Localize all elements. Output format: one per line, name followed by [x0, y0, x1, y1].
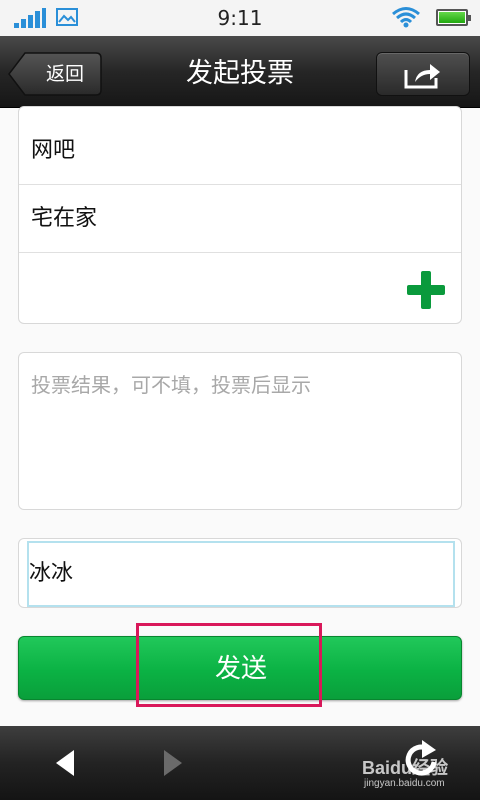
list-item[interactable]: 网吧 — [19, 117, 461, 185]
option-text: 网吧 — [31, 138, 76, 163]
bottom-toolbar: Baidu经验 jingyan.baidu.com — [0, 726, 480, 800]
add-option-row — [19, 253, 461, 323]
name-field[interactable]: 冰冰 — [18, 538, 462, 608]
battery-icon — [436, 9, 471, 26]
result-textarea[interactable]: 投票结果，可不填，投票后显示 — [18, 352, 462, 510]
result-placeholder: 投票结果，可不填，投票后显示 — [31, 373, 311, 397]
name-value: 冰冰 — [29, 561, 74, 586]
back-arrow-icon[interactable] — [54, 748, 76, 778]
status-bar: 9:11 — [0, 0, 480, 36]
highlight-box — [136, 623, 322, 707]
focus-ring — [27, 541, 455, 607]
nav-bar: 返回 发起投票 — [0, 36, 480, 108]
back-button[interactable]: 返回 — [8, 52, 102, 96]
page-title: 发起投票 — [186, 58, 294, 89]
option-text: 宅在家 — [31, 206, 98, 231]
plus-icon[interactable] — [407, 271, 445, 309]
watermark-sub: jingyan.baidu.com — [364, 778, 445, 789]
wifi-icon — [392, 7, 420, 28]
list-item[interactable]: 宅在家 — [19, 185, 461, 253]
back-label: 返回 — [45, 63, 84, 85]
watermark-main: Baidu经验 — [362, 758, 449, 778]
share-button[interactable] — [376, 52, 470, 96]
forward-arrow-icon[interactable] — [162, 748, 184, 778]
option-list: 网吧 宅在家 — [18, 106, 462, 324]
share-icon — [404, 64, 440, 89]
watermark: Baidu经验 jingyan.baidu.com — [362, 754, 462, 794]
